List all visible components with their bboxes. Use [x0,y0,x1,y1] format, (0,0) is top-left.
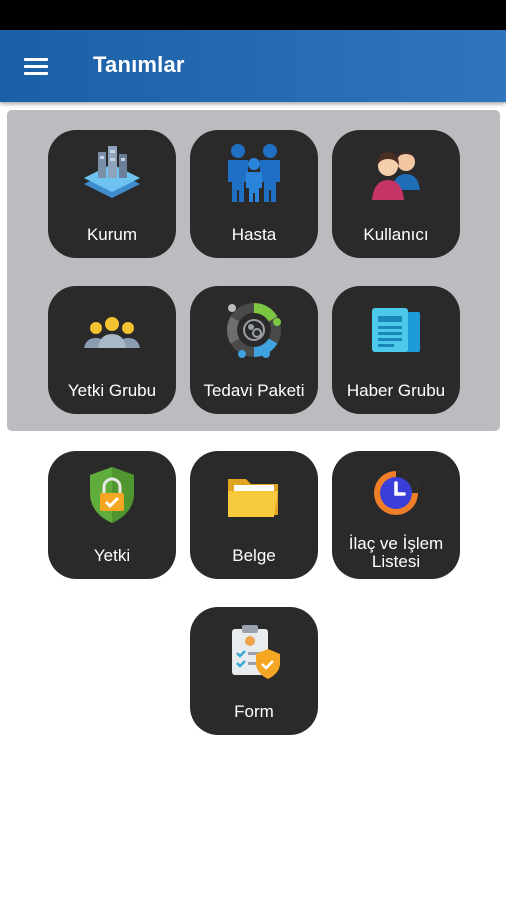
tile-label: Belge [232,546,276,565]
tile-label-line2: Listesi [371,552,421,571]
tile-label: Form [234,702,274,721]
tile-label: Yetki Grubu [67,381,157,400]
tile-hasta[interactable]: Hasta [190,130,318,258]
hamburger-menu-icon[interactable] [18,50,54,82]
user-group-icon [84,317,140,348]
newspaper-icon [372,308,420,352]
status-bar [0,0,506,30]
treatment-package-icon [227,303,281,358]
clock-icon [374,471,418,515]
tile-label: Yetki [93,546,131,565]
tile-kullanici[interactable]: Kullanıcı [332,130,460,258]
app-bar: Tanımlar [0,30,506,102]
folder-icon [228,479,278,517]
tile-yetki-grubu[interactable]: Yetki Grubu [48,286,176,414]
users-icon [372,151,420,200]
tile-label: İlaç ve İşlem Listesi [334,535,458,571]
patients-icon [228,144,280,202]
tile-label: Kurum [86,225,138,244]
tile-label: Hasta [231,225,277,244]
tile-belge[interactable]: Belge [190,451,318,579]
clipboard-shield-icon [232,625,280,679]
tile-label: Tedavi Paketi [203,381,305,400]
page-title: Tanımlar [93,52,185,77]
tile-label: Haber Grubu [346,381,446,400]
tile-yetki[interactable]: Yetki [48,451,176,579]
tile-tedavi-paketi[interactable]: Tedavi Paketi [190,286,318,414]
tile-haber-grubu[interactable]: Haber Grubu [332,286,460,414]
tile-kurum[interactable]: Kurum [48,130,176,258]
shield-lock-icon [90,467,134,523]
tile-ilac-ve-islem-listesi[interactable]: İlaç ve İşlem Listesi [332,451,460,579]
tile-label: Kullanıcı [363,225,429,244]
tile-label-line1: İlaç ve İşlem [348,534,444,553]
tile-form[interactable]: Form [190,607,318,735]
building-icon [84,146,140,198]
